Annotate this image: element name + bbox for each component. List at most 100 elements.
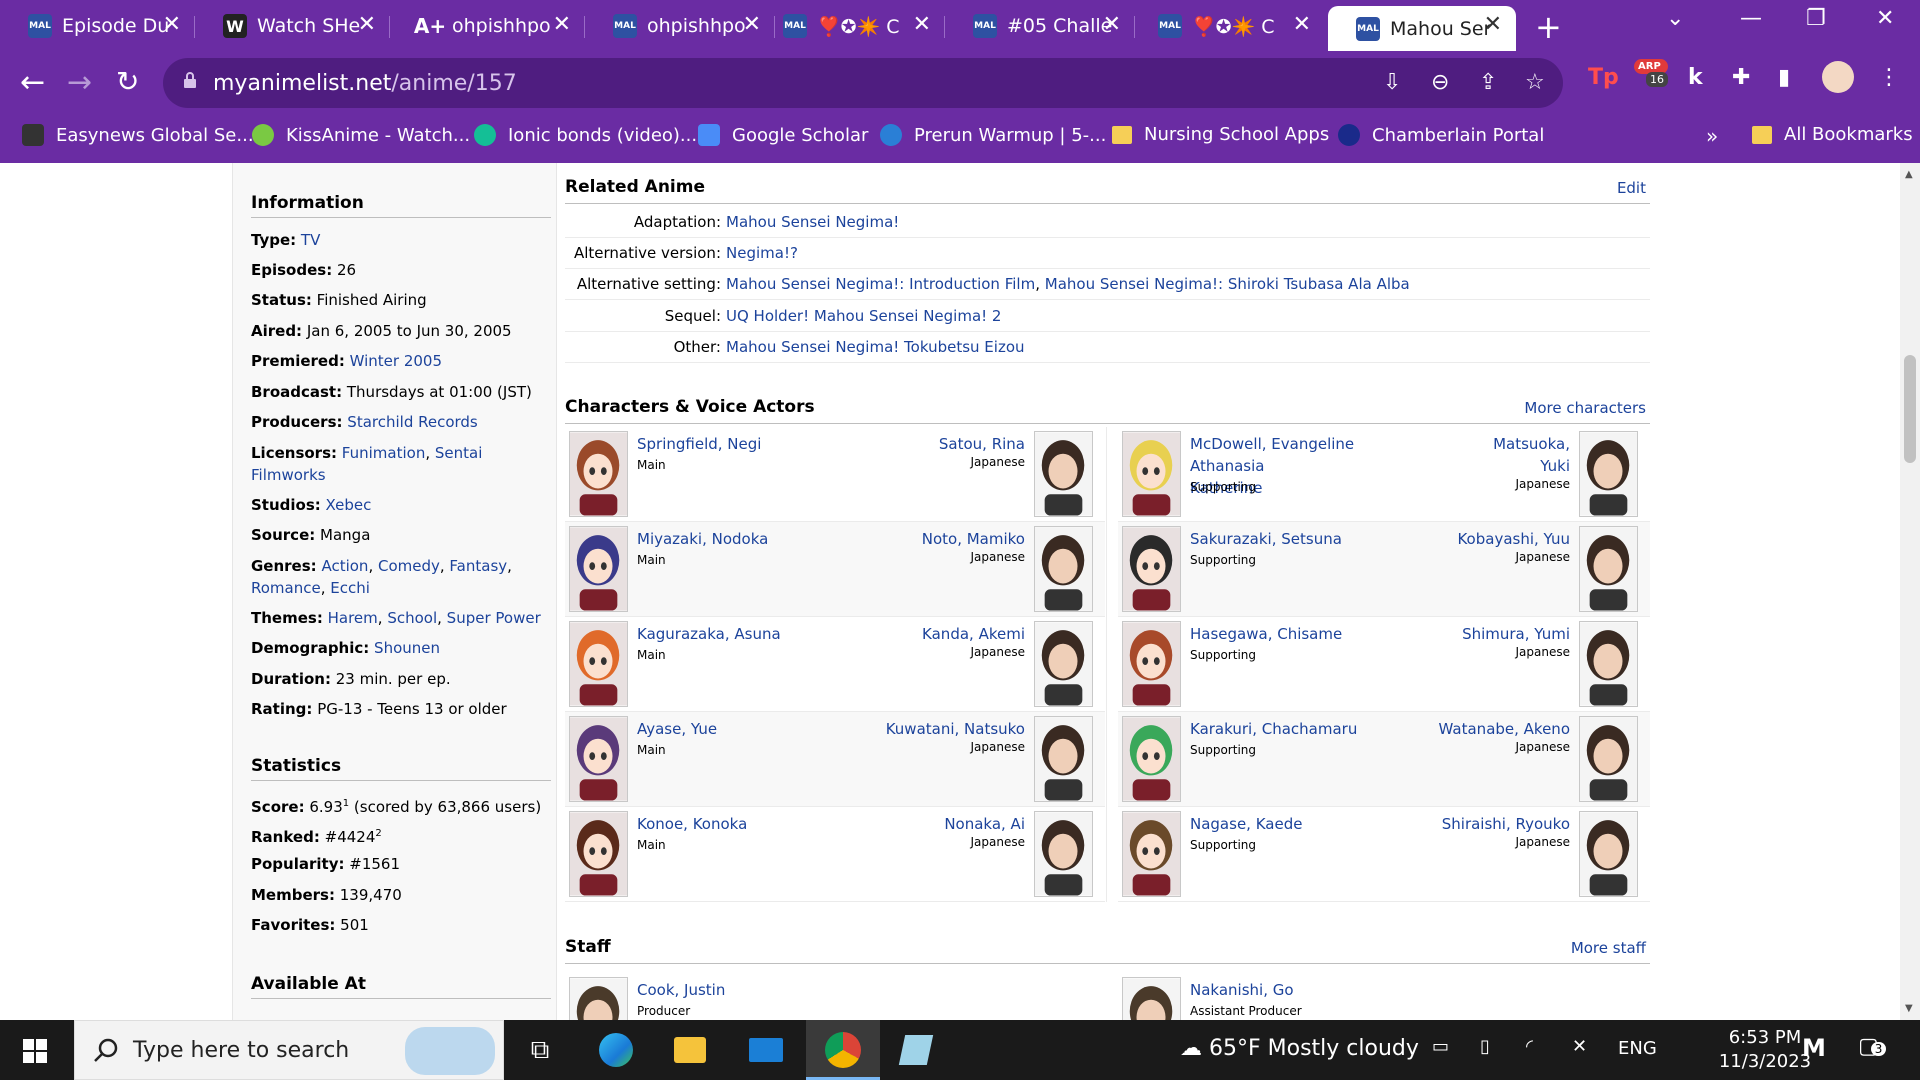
character-name-link[interactable]: Kagurazaka, Asuna xyxy=(637,623,857,645)
tab-3[interactable]: A+ ohpishhpo ✕ xyxy=(390,6,585,46)
character-image[interactable] xyxy=(569,716,628,802)
address-bar[interactable]: myanimelist.net/anime/157 ⇩ ⊖ ⇪ ☆ xyxy=(163,58,1563,108)
studio-link[interactable]: Xebec xyxy=(326,496,372,514)
tab-5[interactable]: MAL ❣️✪✴️ C ✕ xyxy=(755,6,945,46)
voice-actor-image[interactable] xyxy=(1579,716,1638,802)
voice-actor-image[interactable] xyxy=(1034,811,1093,897)
voice-actor-image[interactable] xyxy=(1034,526,1093,612)
related-anime-link[interactable]: Mahou Sensei Negima!: Introduction Film xyxy=(726,275,1035,293)
staff-name-link[interactable]: Cook, Justin xyxy=(637,979,857,1001)
voice-actor-image[interactable] xyxy=(1034,621,1093,707)
genre-link[interactable]: Romance xyxy=(251,579,321,597)
character-image[interactable] xyxy=(1122,431,1181,517)
genre-link[interactable]: Fantasy xyxy=(449,557,507,575)
profile-avatar[interactable] xyxy=(1822,61,1854,93)
close-tab-icon[interactable]: ✕ xyxy=(1103,14,1121,36)
related-anime-link[interactable]: Negima!? xyxy=(726,244,798,262)
bookmark-chamberlain[interactable]: Chamberlain Portal xyxy=(1338,124,1544,146)
device-icon[interactable]: ▯ xyxy=(1480,1036,1490,1057)
character-image[interactable] xyxy=(1122,621,1181,707)
notepad-icon[interactable] xyxy=(896,1030,936,1070)
staff-image[interactable] xyxy=(1122,977,1181,1020)
character-image[interactable] xyxy=(569,431,628,517)
tp-extension-icon[interactable]: Tp xyxy=(1588,65,1619,90)
k-extension-icon[interactable]: k xyxy=(1688,65,1703,90)
voice-actor-image[interactable] xyxy=(1579,526,1638,612)
close-tab-icon[interactable]: ✕ xyxy=(1293,14,1311,36)
tab-7[interactable]: MAL ❣️✪✴️ C ✕ xyxy=(1130,6,1325,46)
scroll-down-icon[interactable]: ▼ xyxy=(1905,1003,1913,1014)
mail-icon[interactable] xyxy=(746,1030,786,1070)
voice-actor-link[interactable]: Kobayashi, Yuu xyxy=(1370,528,1570,550)
character-name-link[interactable]: Ayase, Yue xyxy=(637,718,857,740)
voice-actor-image[interactable] xyxy=(1579,811,1638,897)
character-name-link[interactable]: Springfield, Negi xyxy=(637,433,857,455)
page-scrollbar[interactable]: ▲ ▼ xyxy=(1900,163,1920,1020)
tab-6[interactable]: MAL #05 Challe ✕ xyxy=(945,6,1135,46)
wifi-icon[interactable]: ◜ xyxy=(1526,1036,1533,1057)
back-arrow-icon[interactable]: ← xyxy=(20,65,45,100)
tab-4[interactable]: MAL ohpishhpo ✕ xyxy=(585,6,775,46)
weather-widget[interactable]: ☁ 65°F Mostly cloudy xyxy=(1180,1036,1419,1061)
premiered-link[interactable]: Winter 2005 xyxy=(350,352,442,370)
voice-actor-link[interactable]: Kuwatani, Natsuko xyxy=(825,718,1025,740)
close-tab-icon[interactable]: ✕ xyxy=(1484,14,1502,36)
more-staff-link[interactable]: More staff xyxy=(1571,939,1646,957)
bookmark-nursing-school-apps[interactable]: Nursing School Apps xyxy=(1112,124,1329,145)
bookmark-easynews[interactable]: Easynews Global Se... xyxy=(22,124,254,146)
voice-actor-link[interactable]: Matsuoka, Yuki xyxy=(1370,433,1570,477)
close-tab-icon[interactable]: ✕ xyxy=(553,14,571,36)
share-icon[interactable]: ⇪ xyxy=(1479,70,1497,95)
licensor-link[interactable]: Funimation xyxy=(342,444,426,462)
genre-link[interactable]: Ecchi xyxy=(330,579,370,597)
bookmark-star-icon[interactable]: ☆ xyxy=(1525,70,1545,95)
character-image[interactable] xyxy=(569,526,628,612)
bookmark-kissanime[interactable]: KissAnime - Watch... xyxy=(252,124,470,146)
character-image[interactable] xyxy=(569,621,628,707)
staff-name-link[interactable]: Nakanishi, Go xyxy=(1190,979,1410,1001)
tab-2[interactable]: W Watch SHe ✕ xyxy=(195,6,390,46)
character-image[interactable] xyxy=(1122,811,1181,897)
close-tab-icon[interactable]: ✕ xyxy=(913,14,931,36)
voice-actor-link[interactable]: Kanda, Akemi xyxy=(825,623,1025,645)
voice-actor-link[interactable]: Watanabe, Akeno xyxy=(1370,718,1570,740)
side-panel-icon[interactable]: ▮ xyxy=(1778,65,1790,90)
minimize-icon[interactable]: — xyxy=(1740,6,1762,31)
producer-link[interactable]: Starchild Records xyxy=(347,413,477,431)
bookmark-prerun[interactable]: Prerun Warmup | 5-... xyxy=(880,124,1106,146)
arp-extension-icon[interactable]: ARP 16 xyxy=(1634,59,1668,87)
genre-link[interactable]: Action xyxy=(321,557,368,575)
character-name-link[interactable]: Miyazaki, Nodoka xyxy=(637,528,857,550)
voice-actor-image[interactable] xyxy=(1034,716,1093,802)
menu-kebab-icon[interactable]: ⋮ xyxy=(1878,65,1900,90)
more-characters-link[interactable]: More characters xyxy=(1524,399,1646,417)
licensor-link[interactable]: Sentai xyxy=(435,444,483,462)
character-name-link[interactable]: Konoe, Konoka xyxy=(637,813,857,835)
genre-link[interactable]: Comedy xyxy=(378,557,440,575)
close-tab-icon[interactable]: ✕ xyxy=(163,14,181,36)
volume-muted-icon[interactable]: ✕ xyxy=(1572,1036,1587,1057)
character-image[interactable] xyxy=(1122,526,1181,612)
zoom-icon[interactable]: ⊖ xyxy=(1431,70,1449,95)
related-anime-link[interactable]: Mahou Sensei Negima! xyxy=(726,213,899,231)
edit-link[interactable]: Edit xyxy=(1617,179,1646,197)
tab-search-chevron-icon[interactable]: ⌄ xyxy=(1666,6,1684,31)
new-tab-plus-icon[interactable]: + xyxy=(1535,8,1562,46)
notifications-icon[interactable]: ▢3 xyxy=(1858,1034,1887,1059)
scroll-thumb[interactable] xyxy=(1904,355,1916,463)
licensor-link[interactable]: Filmworks xyxy=(251,466,326,484)
related-anime-link[interactable]: Mahou Sensei Negima!: Shiroki Tsubasa Al… xyxy=(1045,275,1410,293)
chrome-taskbar-button[interactable] xyxy=(806,1020,880,1080)
reload-icon[interactable]: ↻ xyxy=(116,65,139,98)
install-app-icon[interactable]: ⇩ xyxy=(1383,70,1401,95)
staff-image[interactable] xyxy=(569,977,628,1020)
edge-icon[interactable] xyxy=(596,1030,636,1070)
theme-link[interactable]: Harem xyxy=(328,609,378,627)
more-bookmarks-button[interactable]: » xyxy=(1706,124,1718,148)
file-explorer-icon[interactable] xyxy=(670,1030,710,1070)
forward-arrow-icon[interactable]: → xyxy=(67,65,92,100)
voice-actor-image[interactable] xyxy=(1579,621,1638,707)
tab-active[interactable]: MAL Mahou Ser ✕ xyxy=(1328,6,1516,51)
language-indicator[interactable]: ENG xyxy=(1618,1038,1657,1059)
scroll-up-icon[interactable]: ▲ xyxy=(1905,169,1913,180)
